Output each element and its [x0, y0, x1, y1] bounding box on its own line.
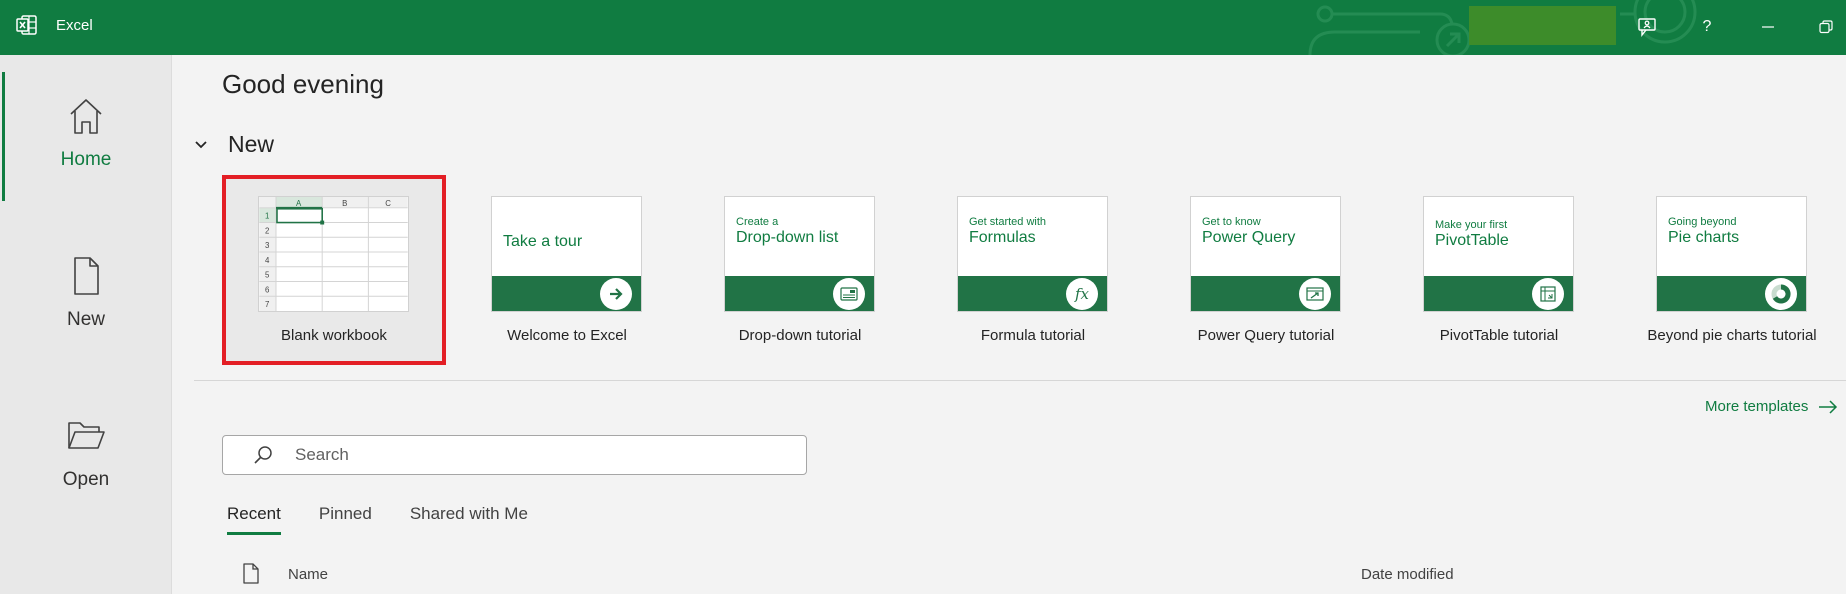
thumbnail-subtitle: Going beyond — [1668, 216, 1737, 228]
search-input[interactable] — [295, 445, 775, 465]
excel-logo-icon — [16, 15, 37, 35]
template-power-query-tutorial[interactable]: Get to know Power Query Power Query tuto… — [1154, 175, 1378, 365]
grid-col-header: C — [385, 199, 391, 208]
grid-row-header: 2 — [265, 226, 269, 235]
dropdown-icon — [833, 278, 865, 310]
minimize-button[interactable] — [1753, 12, 1783, 42]
grid-row-header: 7 — [265, 300, 269, 309]
grid-row-header: 3 — [265, 241, 270, 250]
grid-col-header: B — [342, 199, 347, 208]
template-label: PivotTable tutorial — [1439, 327, 1559, 344]
more-templates-link[interactable]: More templates — [1705, 398, 1838, 415]
sidebar-item-label: Open — [62, 469, 110, 490]
sidebar-item-new[interactable]: New — [0, 255, 172, 375]
template-thumbnail: Make your first PivotTable — [1423, 196, 1574, 312]
sidebar-item-open[interactable]: Open — [0, 415, 172, 535]
arrow-right-icon — [1819, 399, 1838, 414]
template-welcome-to-excel[interactable]: Take a tour Welcome to Excel — [455, 175, 679, 365]
restore-button[interactable] — [1811, 12, 1841, 42]
search-box[interactable] — [222, 435, 807, 475]
file-tabs: Recent Pinned Shared with Me — [227, 504, 566, 535]
thumbnail-title: Formulas — [969, 229, 1036, 246]
arrow-right-icon — [600, 278, 632, 310]
feedback-button[interactable] — [1632, 12, 1662, 42]
sidebar-item-home[interactable]: Home — [0, 95, 172, 215]
chevron-down-icon — [195, 140, 207, 148]
power-query-icon — [1299, 278, 1331, 310]
donut-chart-icon — [1765, 278, 1797, 310]
thumbnail-subtitle: Get started with — [969, 216, 1047, 228]
title-bar: Excel ? — [0, 0, 1846, 55]
fx-icon: fx — [1066, 278, 1098, 310]
template-thumbnail: Get to know Power Query — [1190, 196, 1341, 312]
blank-workbook-thumbnail: A B C 1 2 3 4 5 6 7 — [258, 196, 409, 312]
sidebar-item-label: Home — [60, 149, 112, 170]
template-thumbnail: Going beyond Pie charts — [1656, 196, 1807, 312]
template-blank-workbook[interactable]: A B C 1 2 3 4 5 6 7 Blank workbook — [222, 175, 446, 365]
grid-row-header: 5 — [265, 271, 270, 280]
thumbnail-title: PivotTable — [1435, 232, 1509, 249]
main-content: Good evening New A B C 1 2 3 4 5 6 7 Bla… — [172, 55, 1846, 594]
thumbnail-subtitle: Get to know — [1202, 216, 1261, 228]
template-formula-tutorial[interactable]: Get started with Formulas fx Formula tut… — [921, 175, 1145, 365]
new-document-icon — [74, 257, 99, 295]
tab-recent[interactable]: Recent — [227, 504, 281, 535]
greeting: Good evening — [222, 69, 384, 99]
help-button[interactable]: ? — [1692, 12, 1722, 42]
thumbnail-title: Power Query — [1202, 229, 1296, 246]
folder-open-icon — [68, 422, 105, 449]
template-label: Power Query tutorial — [1197, 327, 1335, 344]
minimize-icon — [1762, 26, 1774, 28]
tab-pinned[interactable]: Pinned — [319, 504, 372, 535]
template-thumbnail: Create a Drop-down list — [724, 196, 875, 312]
column-header-date-modified[interactable]: Date modified — [1361, 566, 1454, 583]
more-templates-label: More templates — [1705, 398, 1809, 415]
grid-row-header: 1 — [265, 212, 269, 221]
thumbnail-subtitle: Create a — [736, 216, 779, 228]
template-label: Beyond pie charts tutorial — [1647, 327, 1817, 344]
sidebar-item-label: New — [66, 309, 105, 330]
help-label: ? — [1702, 18, 1712, 35]
template-label: Blank workbook — [281, 327, 387, 344]
template-dropdown-tutorial[interactable]: Create a Drop-down list Drop-down tutori… — [688, 175, 912, 365]
thumbnail-title: Drop-down list — [736, 229, 839, 246]
home-icon — [70, 99, 102, 134]
feedback-icon — [1638, 18, 1656, 37]
template-pivottable-tutorial[interactable]: Make your first PivotTable PivotTable tu… — [1387, 175, 1611, 365]
template-label: Welcome to Excel — [507, 327, 627, 344]
search-icon — [254, 446, 272, 464]
app-title: Excel — [56, 17, 93, 34]
restore-icon — [1819, 20, 1833, 34]
grid-row-header: 4 — [265, 256, 270, 265]
thumbnail-title: Pie charts — [1668, 229, 1740, 246]
section-title: New — [228, 131, 275, 157]
template-thumbnail: Get started with Formulas fx — [957, 196, 1108, 312]
thumbnail-subtitle: Make your first — [1435, 219, 1508, 231]
file-list-header: Name Date modified — [172, 563, 1846, 589]
column-header-name[interactable]: Name — [288, 566, 328, 583]
template-gallery: A B C 1 2 3 4 5 6 7 Blank workbook Take … — [222, 175, 1846, 365]
thumbnail-title: Take a tour — [503, 233, 583, 250]
grid-col-header: A — [296, 199, 302, 208]
tab-shared-with-me[interactable]: Shared with Me — [410, 504, 528, 535]
grid-row-header: 6 — [265, 285, 270, 294]
pivot-table-icon — [1532, 278, 1564, 310]
template-label: Formula tutorial — [980, 327, 1086, 344]
account-area[interactable] — [1469, 6, 1616, 45]
template-beyond-pie-charts-tutorial[interactable]: Going beyond Pie charts Beyond pie chart… — [1620, 175, 1844, 365]
sidebar: Home New Open — [0, 55, 172, 594]
template-thumbnail: Take a tour — [491, 196, 642, 312]
section-divider — [194, 380, 1846, 381]
file-type-icon — [243, 563, 259, 584]
new-section-header[interactable]: New — [194, 131, 274, 158]
template-label: Drop-down tutorial — [738, 327, 862, 344]
